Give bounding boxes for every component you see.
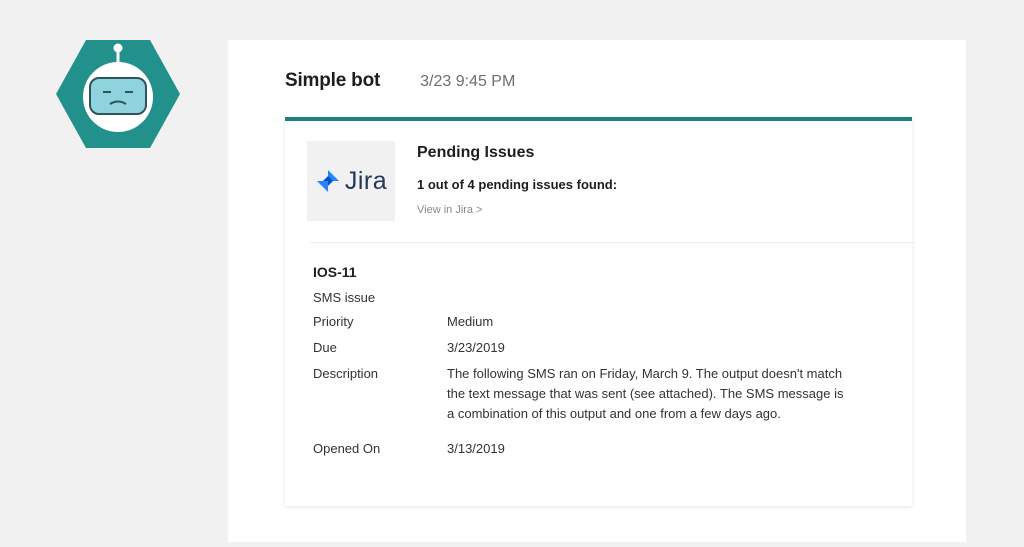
jira-logo-text: Jira	[344, 166, 388, 195]
jira-issue-card: Jira Pending Issues 1 out of 4 pending i…	[285, 117, 915, 506]
opened-on-label: Opened On	[313, 441, 381, 456]
due-value: 3/23/2019	[447, 340, 505, 355]
card-header: Jira Pending Issues 1 out of 4 pending i…	[307, 141, 617, 221]
jira-logo: Jira	[307, 141, 395, 221]
description-row: Description The following SMS ran on Fri…	[313, 364, 873, 424]
view-in-jira-link[interactable]: View in Jira >	[417, 204, 617, 216]
card-divider	[310, 242, 915, 243]
bot-avatar[interactable]	[54, 38, 182, 150]
sad-robot-icon	[56, 40, 180, 148]
issue-details: IOS-11 SMS issue Priority Medium Due 3/2…	[313, 264, 873, 459]
priority-label: Priority	[313, 314, 354, 329]
opened-on-row: Opened On 3/13/2019	[313, 439, 873, 459]
description-value: The following SMS ran on Friday, March 9…	[447, 366, 844, 421]
due-label: Due	[313, 340, 337, 355]
message-timestamp: 3/23 9:45 PM	[420, 73, 516, 90]
card-header-text: Pending Issues 1 out of 4 pending issues…	[417, 141, 617, 221]
message-header: Simple bot 3/23 9:45 PM	[285, 70, 515, 92]
bot-name[interactable]: Simple bot	[285, 70, 380, 92]
screen: Simple bot 3/23 9:45 PM Jira Pending Iss…	[0, 0, 1024, 547]
issue-key[interactable]: IOS-11	[313, 264, 873, 280]
card-title: Pending Issues	[417, 144, 535, 161]
description-label: Description	[313, 366, 379, 381]
opened-on-value: 3/13/2019	[447, 441, 505, 456]
due-row: Due 3/23/2019	[313, 338, 873, 358]
issue-summary: SMS issue	[313, 290, 376, 305]
jira-logo-icon	[316, 170, 339, 192]
priority-row: Priority Medium	[313, 312, 873, 332]
priority-value: Medium	[447, 314, 494, 329]
message-panel: Simple bot 3/23 9:45 PM Jira Pending Iss…	[228, 40, 966, 542]
card-subtitle: 1 out of 4 pending issues found:	[417, 177, 618, 192]
